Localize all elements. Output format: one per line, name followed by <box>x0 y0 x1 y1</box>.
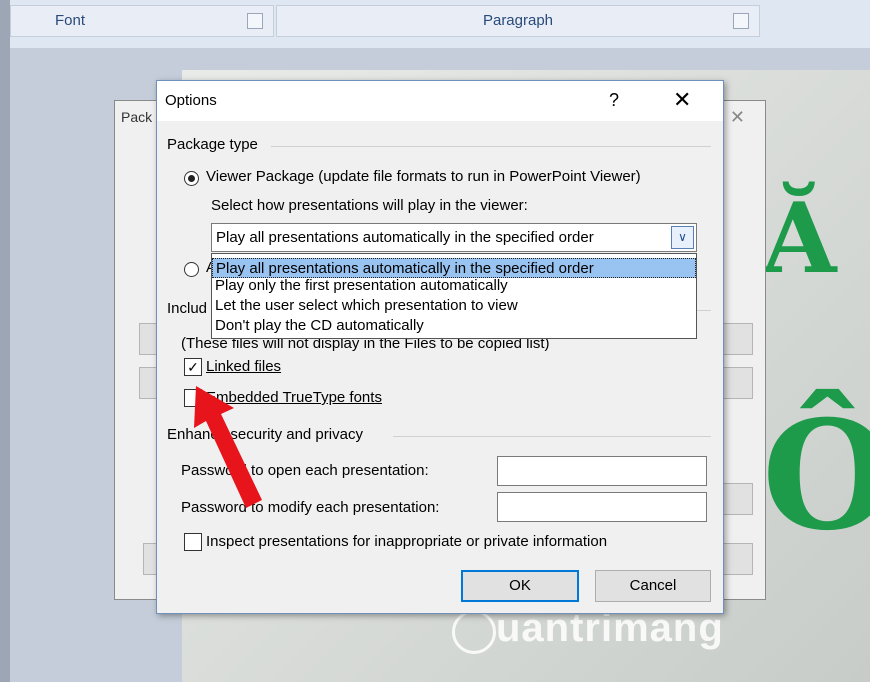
dialog-launcher-icon[interactable] <box>247 13 263 29</box>
pkg-button[interactable] <box>143 543 157 575</box>
archive-package-radio[interactable] <box>184 262 199 277</box>
annotation-arrow-icon <box>194 386 262 508</box>
list-option[interactable]: Don't play the CD automatically <box>212 316 696 336</box>
help-icon[interactable]: ? <box>609 90 619 111</box>
dialog-title: Options <box>165 92 217 109</box>
ribbon-group-font[interactable]: Font <box>10 5 274 37</box>
linked-files-label: Linked files <box>206 358 282 375</box>
modify-password-input[interactable] <box>497 492 707 522</box>
dropdown-value: Play all presentations automatically in … <box>216 229 594 246</box>
chevron-down-icon[interactable]: ∨ <box>671 226 694 249</box>
linked-files-checkbox[interactable]: ✓ <box>184 358 202 376</box>
ribbon: Font Paragraph <box>10 0 870 49</box>
group-heading-package-type: Package type <box>167 136 258 153</box>
viewer-package-label: Viewer Package (update file formats to r… <box>206 168 641 185</box>
ribbon-group-paragraph[interactable]: Paragraph <box>276 5 760 37</box>
watermark-logo-icon <box>452 610 496 654</box>
group-divider <box>271 146 711 147</box>
pkg-button[interactable] <box>719 367 753 399</box>
play-mode-dropdown[interactable]: Play all presentations automatically in … <box>211 223 697 252</box>
open-password-input[interactable] <box>497 456 707 486</box>
close-icon[interactable]: ✕ <box>673 87 691 113</box>
pkg-button[interactable] <box>719 483 753 515</box>
dialog-launcher-icon[interactable] <box>733 13 749 29</box>
list-option[interactable]: Play only the first presentation automat… <box>212 276 696 296</box>
options-dialog: Options ? ✕ Package type Viewer Package … <box>156 80 724 614</box>
pkg-button[interactable] <box>719 543 753 575</box>
list-option[interactable]: Let the user select which presentation t… <box>212 296 696 316</box>
pkg-button[interactable] <box>139 367 157 399</box>
ribbon-group-label: Font <box>55 12 86 29</box>
group-divider <box>393 436 711 437</box>
ribbon-group-label: Paragraph <box>482 12 554 29</box>
inspect-checkbox[interactable] <box>184 533 202 551</box>
pkg-button[interactable] <box>719 323 753 355</box>
play-mode-listbox[interactable]: Play all presentations automatically in … <box>211 253 697 339</box>
dialog-title: Pack <box>121 109 153 125</box>
pkg-button[interactable] <box>139 323 157 355</box>
cancel-button[interactable]: Cancel <box>595 570 711 602</box>
slide-letter: Ô <box>762 388 870 564</box>
slide-letter: Ă <box>762 182 837 295</box>
title-bar: Options ? ✕ <box>157 81 723 121</box>
inspect-label: Inspect presentations for inappropriate … <box>206 533 608 550</box>
group-heading-include: Includ <box>167 300 208 317</box>
select-prompt-label: Select how presentations will play in th… <box>211 197 528 214</box>
viewer-package-radio[interactable] <box>184 171 199 186</box>
group-divider <box>697 310 711 311</box>
list-option[interactable]: Play all presentations automatically in … <box>212 258 696 278</box>
ok-button[interactable]: OK <box>461 570 579 602</box>
close-icon[interactable]: ✕ <box>730 107 745 128</box>
